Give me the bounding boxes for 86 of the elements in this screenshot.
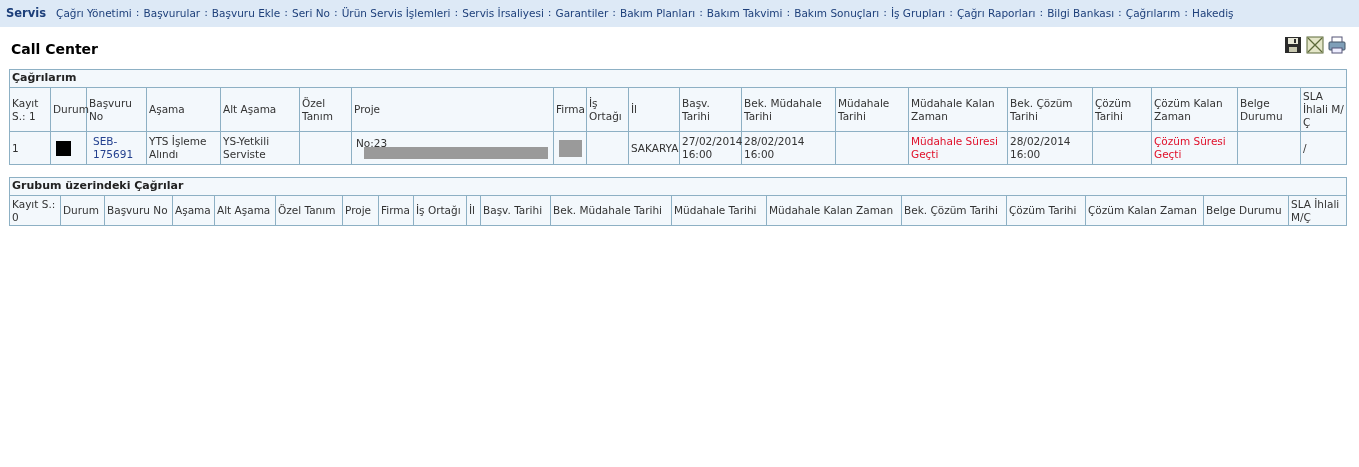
nav-link[interactable]: Ürün Servis İşlemleri: [341, 5, 451, 22]
column-header: Çözüm Kalan Zaman: [1154, 96, 1223, 122]
nav-separator: :: [454, 5, 459, 22]
column-header: Aşama: [175, 204, 211, 216]
save-icon[interactable]: [1284, 36, 1302, 54]
column-header: Çözüm Kalan Zaman: [1088, 204, 1197, 216]
overdue-text: Çözüm Süresi Geçti: [1154, 135, 1226, 160]
column-header: Müdahale Tarihi: [838, 96, 890, 122]
nav-separator: :: [284, 5, 288, 22]
spreadsheet-icon[interactable]: [1306, 36, 1324, 54]
nav-separator: :: [333, 5, 338, 22]
nav-separator: :: [135, 5, 140, 22]
nav-separator: :: [204, 5, 208, 22]
nav-link[interactable]: Seri No: [291, 5, 330, 22]
nav-separator: :: [786, 5, 791, 22]
nav-link[interactable]: Başvuru Ekle: [211, 5, 281, 22]
column-header: İş Ortağı: [589, 96, 622, 122]
nav-link[interactable]: Çağrılarım: [1125, 5, 1181, 22]
nav-link[interactable]: İş Grupları: [890, 5, 946, 22]
table-title: Çağrılarım: [12, 71, 77, 85]
nav-separator: :: [1118, 5, 1122, 22]
table-title: Grubum üzerindeki Çağrılar: [12, 179, 184, 193]
nav-separator: :: [883, 5, 887, 22]
nav-link[interactable]: Bilgi Bankası: [1047, 5, 1115, 22]
nav-link[interactable]: Başvurular: [143, 5, 201, 22]
column-header: Müdahale Kalan Zaman: [911, 96, 995, 122]
nav-link[interactable]: Servis İrsaliyesi: [462, 5, 544, 22]
column-header: Kayıt S.: 0: [12, 197, 56, 223]
column-header: Proje: [345, 204, 372, 216]
nav-separator: :: [547, 5, 552, 22]
table-cell-text: 27/02/2014 16:00: [682, 135, 743, 160]
column-header: Bek. Çözüm Tarihi: [904, 204, 998, 216]
table-cell-text: /: [1303, 141, 1307, 154]
column-header: SLA İhlali M/Ç: [1303, 90, 1344, 128]
overdue-text: Müdahale Süresi Geçti: [911, 135, 998, 160]
column-header: Bek. Müdahale Tarihi: [553, 204, 662, 216]
column-header: İş Ortağı: [416, 204, 461, 216]
column-header: İl: [631, 103, 637, 115]
nav-separator: :: [1039, 5, 1044, 22]
table-cell-text: 1: [12, 141, 19, 154]
nav-link[interactable]: Bakım Takvimi: [706, 5, 783, 22]
page-title: Call Center: [11, 40, 99, 59]
column-header: Özel Tanım: [278, 204, 336, 216]
column-header: Durum: [53, 103, 89, 115]
nav-link[interactable]: Bakım Planları: [620, 5, 696, 22]
column-header: Alt Aşama: [217, 204, 271, 216]
column-header: Başv. Tarihi: [483, 204, 543, 216]
column-header: Müdahale Kalan Zaman: [769, 204, 894, 216]
nav-link[interactable]: Garantiler: [555, 5, 609, 22]
nav-separator: :: [949, 5, 953, 22]
nav-link[interactable]: Bakım Sonuçları: [794, 5, 880, 22]
column-header: Belge Durumu: [1240, 96, 1283, 122]
column-header: Firma: [381, 204, 410, 216]
column-header: Çözüm Tarihi: [1009, 204, 1077, 216]
column-header: Çözüm Tarihi: [1095, 96, 1132, 122]
column-header: Başvuru No: [107, 204, 168, 216]
column-header: Başv. Tarihi: [682, 96, 710, 122]
nav-link[interactable]: Çağrı Yönetimi: [56, 5, 132, 22]
table-cell-text: SAKARYA: [631, 141, 679, 154]
column-header: Başvuru No: [89, 96, 132, 122]
column-header: İl: [469, 204, 475, 216]
table-cell-text: 28/02/2014 16:00: [1010, 135, 1071, 160]
nav-separator: :: [612, 5, 616, 22]
redaction-block: [558, 139, 582, 157]
table-cell-text: 28/02/2014 16:00: [744, 135, 805, 160]
column-header: SLA İhlali M/Ç: [1291, 197, 1340, 223]
nav-link[interactable]: Hakediş: [1192, 5, 1234, 22]
column-header: Müdahale Tarihi: [674, 204, 757, 216]
print-icon[interactable]: [1328, 36, 1346, 54]
nav-link[interactable]: Çağrı Raporları: [956, 5, 1036, 22]
column-header: Proje: [354, 103, 381, 115]
column-header: Bek. Müdahale Tarihi: [744, 96, 822, 122]
table-cell-text: No:23: [355, 137, 389, 150]
nav-separator: :: [699, 5, 703, 22]
nav-separator: :: [1184, 5, 1188, 22]
table-cell-text: YTS İşleme Alındı: [149, 135, 207, 160]
column-header: Bek. Çözüm Tarihi: [1010, 96, 1073, 122]
column-header: Kayıt S.: 1: [12, 96, 39, 122]
column-header: Alt Aşama: [223, 103, 277, 115]
table-cell-text: YS-Yetkili Serviste: [223, 135, 270, 160]
column-header: Firma: [556, 103, 585, 115]
column-header: Belge Durumu: [1206, 204, 1282, 216]
nav-brand[interactable]: Servis: [6, 4, 47, 23]
column-header: Aşama: [149, 103, 185, 115]
column-header: Durum: [63, 204, 99, 216]
column-header: Özel Tanım: [302, 96, 333, 122]
